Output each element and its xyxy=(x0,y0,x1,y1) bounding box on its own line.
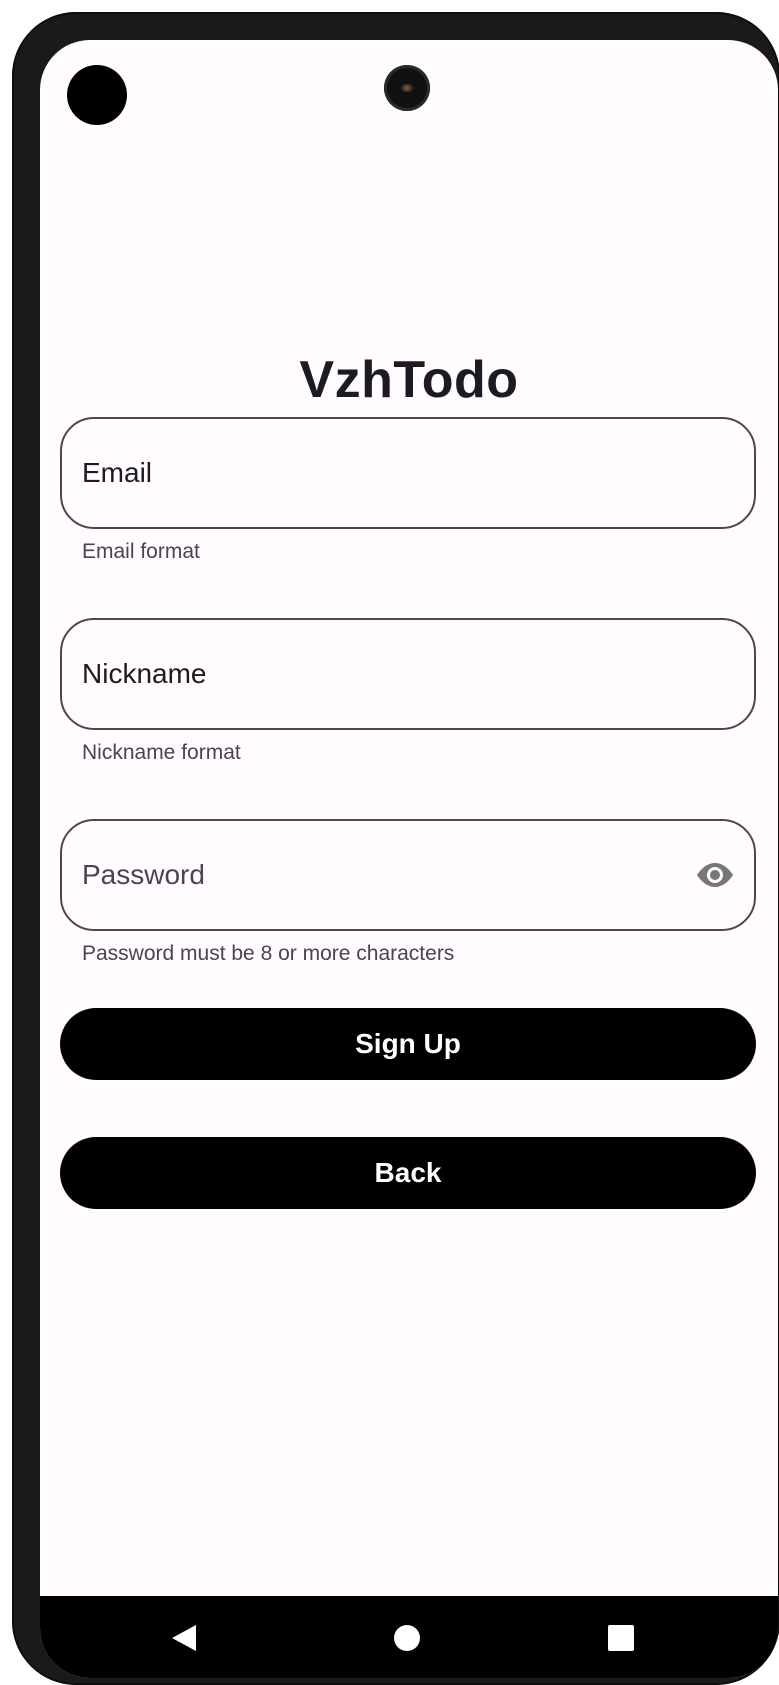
app-screen: VzhTodo Email format Nickname format Pas… xyxy=(40,40,778,1678)
app-title: VzhTodo xyxy=(299,351,519,409)
phone-frame: VzhTodo Email format Nickname format Pas… xyxy=(12,12,779,1685)
circle-home-icon[interactable] xyxy=(387,1618,427,1658)
nickname-input[interactable] xyxy=(82,620,682,728)
nickname-helper-text: Nickname format xyxy=(82,741,241,764)
email-input[interactable] xyxy=(82,419,682,527)
email-helper-text: Email format xyxy=(82,540,200,563)
system-navigation-bar xyxy=(40,1596,778,1678)
status-bar-indicator xyxy=(67,65,127,125)
eye-icon[interactable] xyxy=(694,857,736,893)
password-helper-text: Password must be 8 or more characters xyxy=(82,942,455,965)
triangle-back-icon[interactable] xyxy=(164,1618,204,1658)
square-recents-icon[interactable] xyxy=(601,1618,641,1658)
sign-up-button[interactable]: Sign Up xyxy=(60,1008,756,1080)
password-field[interactable] xyxy=(60,819,756,931)
password-input[interactable] xyxy=(82,821,682,929)
email-field[interactable] xyxy=(60,417,756,529)
front-camera xyxy=(384,65,430,111)
back-button[interactable]: Back xyxy=(60,1137,756,1209)
nickname-field[interactable] xyxy=(60,618,756,730)
